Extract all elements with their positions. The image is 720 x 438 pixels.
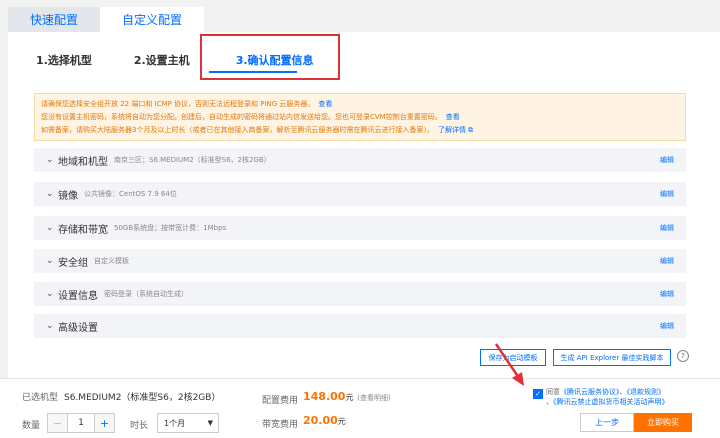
- selected-model-label: 已选机型: [22, 393, 59, 403]
- help-icon[interactable]: ?: [677, 350, 689, 362]
- virtual-currency-statement-link[interactable]: 《腾讯云禁止虚拟货币相关活动声明》: [553, 398, 669, 406]
- edit-link[interactable]: 编辑: [660, 189, 674, 199]
- edit-link[interactable]: 编辑: [660, 223, 674, 233]
- edit-link[interactable]: 编辑: [660, 321, 674, 331]
- notice-line-1: 请确保您选择安全组开放 22 端口和 ICMP 协议，否则无法远程登录和 PIN…: [41, 100, 333, 108]
- duration-select[interactable]: 1个月 ▼: [157, 413, 219, 433]
- notice-link-1[interactable]: 查看: [318, 100, 332, 108]
- section-storage-bandwidth[interactable]: ⌄ 存储和带宽 50GB系统盘；按带宽计费：1Mbps 编辑: [34, 216, 686, 240]
- prev-step-button[interactable]: 上一步: [580, 413, 634, 432]
- notice-line-3: 如需备案，请购买大陆服务器3个月及以上时长（或者已在其他接入商备案，解析至腾讯云…: [41, 126, 474, 134]
- section-image[interactable]: ⌄ 镜像 公共镜像：CentOS 7.9 64位 编辑: [34, 182, 686, 206]
- edit-link[interactable]: 编辑: [660, 155, 674, 165]
- bandwidth-fee-value: 20.00元: [303, 414, 346, 427]
- notice-link-2[interactable]: 查看: [446, 113, 460, 121]
- section-region-model[interactable]: ⌄ 地域和机型 南京三区；S6.MEDIUM2（标准型S6，2核2GB） 编辑: [34, 148, 686, 172]
- save-template-button[interactable]: 保存为启动模板: [480, 349, 546, 366]
- config-fee-value: 148.00元 (查看明细): [303, 390, 391, 403]
- buy-now-button[interactable]: 立即购买: [634, 413, 692, 432]
- chevron-down-icon: ⌄: [46, 189, 54, 199]
- chevron-down-icon: ⌄: [46, 289, 54, 299]
- chevron-down-icon: ⌄: [46, 155, 54, 165]
- quantity-decrease-button[interactable]: −: [48, 414, 67, 432]
- external-link-icon: ⧉: [465, 126, 474, 134]
- edit-link[interactable]: 编辑: [660, 289, 674, 299]
- agree-checkbox[interactable]: ✓: [533, 389, 543, 399]
- tab-quick-config[interactable]: 快速配置: [8, 7, 100, 32]
- tab-custom-config[interactable]: 自定义配置: [100, 7, 204, 32]
- duration-label: 时长: [130, 421, 149, 431]
- notice-line-2: 您没有设置主机密码，系统将自动为您分配。创建后，自动生成的密码将通过站内信发送给…: [41, 113, 460, 121]
- generate-script-button[interactable]: 生成 API Explorer 最佳实践脚本: [553, 349, 671, 366]
- quantity-stepper: − 1 +: [47, 413, 115, 433]
- quantity-label: 数量: [22, 421, 41, 431]
- chevron-down-icon: ⌄: [46, 223, 54, 233]
- quantity-input[interactable]: 1: [67, 414, 95, 432]
- quantity-increase-button[interactable]: +: [95, 414, 114, 432]
- section-advanced-settings[interactable]: ⌄ 高级设置 编辑: [34, 314, 686, 338]
- step-select-model[interactable]: 1.选择机型: [36, 52, 92, 68]
- chevron-down-icon: ▼: [207, 419, 213, 427]
- bandwidth-fee-label: 带宽费用: [262, 420, 299, 430]
- config-tabs: 快速配置 自定义配置: [8, 7, 204, 32]
- section-settings-info[interactable]: ⌄ 设置信息 密码登录（系统自动生成） 编辑: [34, 282, 686, 306]
- selected-model-value: S6.MEDIUM2（标准型S6，2核2GB）: [64, 393, 221, 403]
- fee-detail-link[interactable]: (查看明细): [357, 394, 390, 402]
- edit-link[interactable]: 编辑: [660, 256, 674, 266]
- chevron-down-icon: ⌄: [46, 321, 54, 331]
- section-security-group[interactable]: ⌄ 安全组 自定义模板 编辑: [34, 249, 686, 273]
- step-set-host[interactable]: 2.设置主机: [134, 52, 190, 68]
- config-fee-label: 配置费用: [262, 396, 299, 406]
- notice-link-3[interactable]: 了解详情 ⧉: [438, 126, 473, 134]
- agreement-text: 同意《腾讯云服务协议》、《退款规则》 、《腾讯云禁止虚拟货币相关活动声明》: [546, 388, 669, 406]
- service-agreement-link[interactable]: 《腾讯云服务协议》: [560, 388, 620, 396]
- notice-box: 请确保您选择安全组开放 22 端口和 ICMP 协议，否则无法远程登录和 PIN…: [34, 93, 686, 141]
- annotation-highlight-box: [200, 34, 340, 80]
- refund-rules-link[interactable]: 《退款规则》: [627, 388, 666, 396]
- chevron-down-icon: ⌄: [46, 256, 54, 266]
